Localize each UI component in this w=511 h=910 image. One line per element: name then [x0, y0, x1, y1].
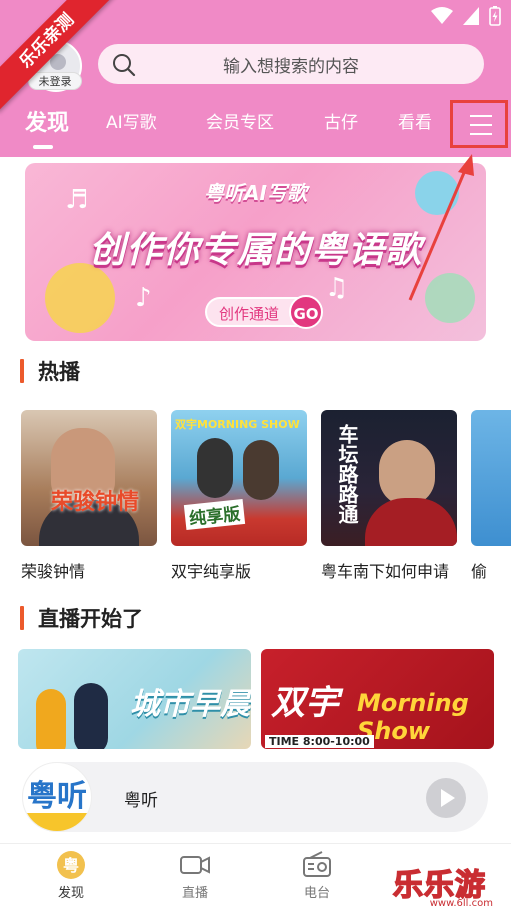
- thumb-overlay-text: 荣骏钟情: [51, 490, 140, 515]
- tab-stories[interactable]: 古仔: [324, 108, 358, 133]
- tab-watch[interactable]: 看看: [398, 108, 432, 133]
- live-overlay-text: 城市早晨: [130, 687, 250, 722]
- footer-watermark: 乐乐游戏 www.6ll.com: [392, 860, 511, 910]
- hot-card[interactable]: 荣骏钟情 荣骏钟情: [21, 410, 157, 582]
- live-card[interactable]: 双宇 Morning Show TIME 8:00-10:00: [261, 649, 494, 749]
- nav-label: 电台: [303, 886, 330, 901]
- nav-item-live[interactable]: 直播: [155, 850, 235, 901]
- create-channel-button[interactable]: 创作通道 GO: [205, 295, 324, 329]
- wifi-icon: [431, 7, 453, 24]
- tab-member-zone[interactable]: 会员专区: [206, 108, 274, 133]
- tab-ai-songwriting[interactable]: AI写歌: [106, 108, 157, 133]
- music-note-icon: ♫: [325, 273, 349, 303]
- nav-label: 发现: [57, 886, 84, 901]
- video-icon: [180, 856, 210, 874]
- hot-card-label: 粤车南下如何申请: [321, 562, 450, 581]
- active-tab-indicator: [33, 145, 53, 149]
- hot-carousel[interactable]: 荣骏钟情 荣骏钟情 双宇MORNING SHOW 纯享版 双宇纯享版 车坛路路通…: [21, 410, 511, 590]
- go-badge: GO: [289, 295, 324, 329]
- mini-player[interactable]: 粤听 粤听: [22, 762, 488, 832]
- thumb-overlay-text: 纯享版: [183, 498, 246, 531]
- player-logo-text: 粤听: [27, 779, 87, 814]
- live-card[interactable]: 城市早晨: [18, 649, 251, 749]
- live-section-header: 直播开始了: [20, 603, 143, 633]
- login-status-badge[interactable]: 未登录: [28, 72, 82, 90]
- section-accent-bar: [20, 606, 24, 630]
- hot-card-label: 偷: [471, 562, 488, 581]
- hot-card-label: 双宇纯享版: [171, 562, 252, 581]
- watermark-url: www.6ll.com: [429, 898, 493, 909]
- discover-icon: 粤: [57, 851, 85, 879]
- hot-card[interactable]: 车坛路路通 粤车南下如何申请: [321, 410, 457, 582]
- live-overlay-text: 双宇: [271, 683, 339, 723]
- battery-icon: [489, 6, 501, 26]
- music-note-icon: ♪: [135, 283, 152, 313]
- tab-discover[interactable]: 发现: [25, 105, 69, 137]
- create-channel-label: 创作通道: [219, 305, 280, 323]
- hot-thumbnail: 双宇MORNING SHOW 纯享版: [171, 410, 307, 546]
- hot-thumbnail: 荣骏钟情: [21, 410, 157, 546]
- player-logo: 粤听: [22, 762, 92, 832]
- search-input[interactable]: 输入想搜索的内容: [98, 44, 484, 84]
- search-placeholder: 输入想搜索的内容: [223, 56, 359, 77]
- live-section-title: 直播开始了: [38, 607, 143, 631]
- play-button[interactable]: [426, 778, 466, 818]
- logo-wave: [23, 813, 91, 831]
- hot-thumbnail: [471, 410, 511, 546]
- hot-card[interactable]: 偷: [471, 410, 511, 582]
- hot-card[interactable]: 双宇MORNING SHOW 纯享版 双宇纯享版: [171, 410, 307, 582]
- annotation-arrow: [408, 154, 474, 301]
- nav-label: 直播: [181, 886, 208, 901]
- signal-icon: [463, 7, 479, 25]
- svg-text:粤: 粤: [63, 856, 79, 875]
- menu-button[interactable]: [450, 100, 508, 148]
- section-accent-bar: [20, 359, 24, 383]
- nav-item-radio[interactable]: 电台: [277, 850, 357, 901]
- hot-card-label: 荣骏钟情: [21, 562, 86, 581]
- live-time-label: TIME 8:00-10:00: [265, 735, 374, 748]
- hot-thumbnail: 车坛路路通: [321, 410, 457, 546]
- live-carousel[interactable]: 城市早晨 双宇 Morning Show TIME 8:00-10:00: [18, 649, 511, 749]
- player-title: 粤听: [124, 791, 158, 811]
- guitar-decoration: [45, 263, 115, 333]
- live-overlay-english: Morning Show: [357, 689, 469, 745]
- thumb-overlay-text: 车坛路路通: [335, 424, 359, 524]
- hot-section-title: 热播: [38, 360, 80, 384]
- hot-section-header: 热播: [20, 356, 80, 386]
- status-bar: [431, 6, 501, 26]
- nav-item-discover[interactable]: 粤 发现: [31, 850, 111, 901]
- radio-icon: [303, 851, 331, 877]
- thumb-overlay-subtitle: 双宇MORNING SHOW: [175, 418, 300, 431]
- category-tabs: 发现 AI写歌 会员专区 古仔 看看: [0, 105, 511, 149]
